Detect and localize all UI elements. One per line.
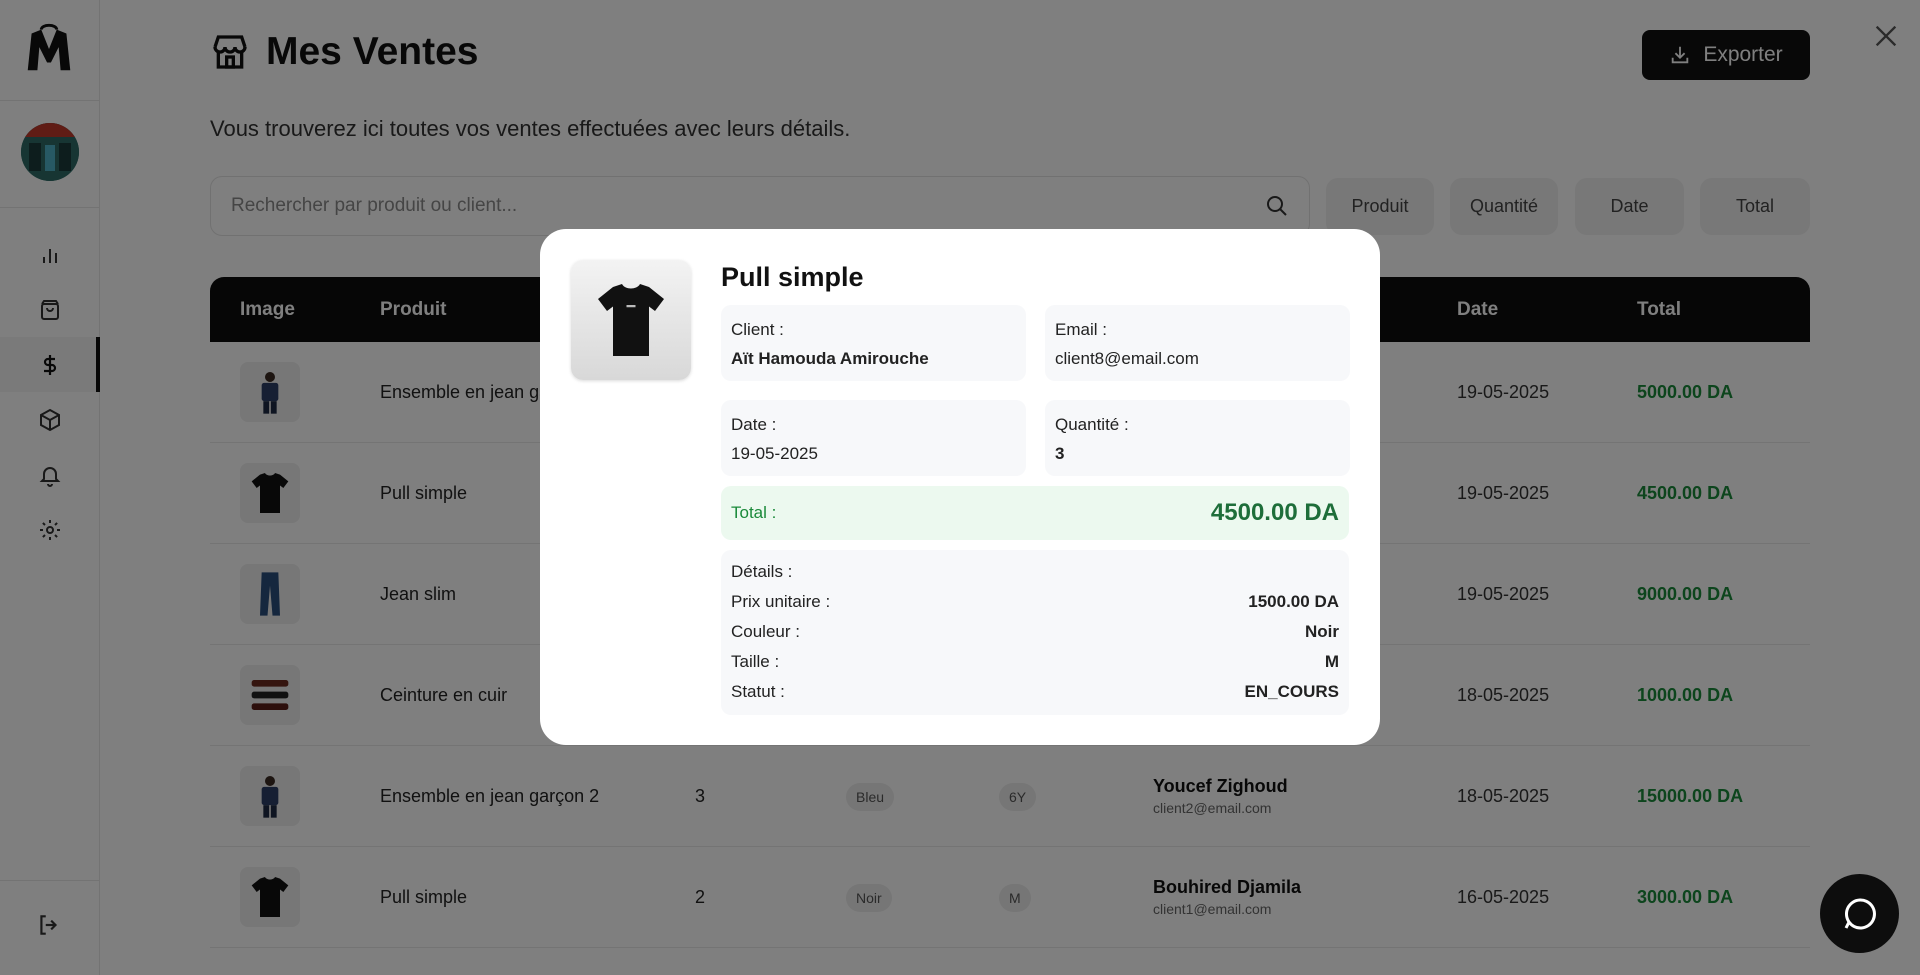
email-label: Email : (1055, 320, 1107, 339)
chat-icon (1844, 897, 1876, 929)
detail-row: Statut : EN_COURS (731, 682, 1339, 712)
total-value: 4500.00 DA (1210, 499, 1339, 526)
total-label: Total : (731, 503, 777, 522)
detail-value: Noir (1305, 622, 1339, 641)
detail-label: Taille : (731, 652, 780, 671)
client-card: Client : Aït Hamouda Amirouche (721, 305, 1026, 381)
product-image (571, 260, 691, 380)
details-card: Détails : Prix unitaire : 1500.00 DA Coul… (721, 550, 1349, 715)
detail-row: Taille : M (731, 652, 1339, 682)
chat-button[interactable] (1820, 874, 1899, 953)
total-card: Total : 4500.00 DA (721, 486, 1349, 540)
quantity-label: Quantité : (1055, 415, 1129, 434)
tshirt-icon (598, 284, 664, 356)
detail-label: Statut : (731, 682, 785, 701)
details-title: Détails : (731, 562, 793, 581)
quantity-value: 3 (1055, 444, 1065, 463)
quantity-card: Quantité : 3 (1045, 400, 1350, 476)
modal-title: Pull simple (721, 262, 864, 292)
date-card: Date : 19-05-2025 (721, 400, 1026, 476)
detail-row: Prix unitaire : 1500.00 DA (731, 592, 1339, 622)
date-value: 19-05-2025 (731, 444, 818, 463)
detail-value: EN_COURS (1244, 682, 1339, 701)
detail-label: Couleur : (731, 622, 800, 641)
date-label: Date : (731, 415, 777, 434)
detail-value: M (1324, 652, 1339, 671)
email-card: Email : client8@email.com (1045, 305, 1350, 381)
sale-detail-modal: Pull simple Client : Aït Hamouda Amirouc… (540, 229, 1380, 745)
client-value: Aït Hamouda Amirouche (731, 349, 929, 368)
detail-value: 1500.00 DA (1248, 592, 1339, 611)
client-label: Client : (731, 320, 784, 339)
detail-label: Prix unitaire : (731, 592, 831, 611)
email-value: client8@email.com (1055, 349, 1199, 368)
detail-row: Couleur : Noir (731, 622, 1339, 652)
